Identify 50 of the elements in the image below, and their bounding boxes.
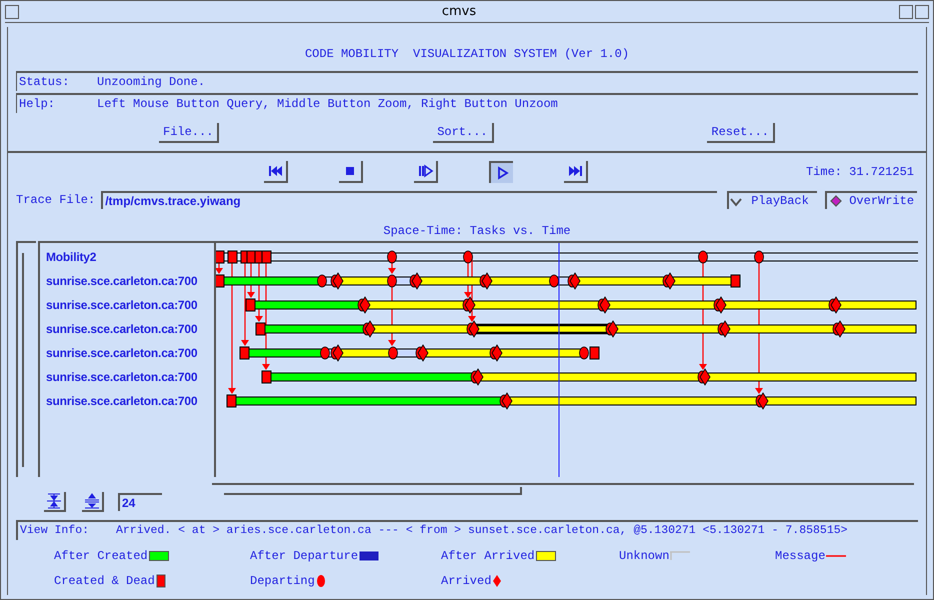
compress-icon xyxy=(46,493,62,509)
horizontal-scrollbar[interactable] xyxy=(212,483,914,497)
legend-label: After Created xyxy=(54,548,148,564)
status-text: Unzooming Done. xyxy=(97,74,206,91)
zoom-value-field[interactable]: 24 xyxy=(118,493,162,511)
zoom-out-button[interactable] xyxy=(82,492,104,512)
transport-button[interactable] xyxy=(339,161,363,183)
view-info-text: Arrived. < at > aries.sce.carleton.ca --- < from > sunset.sce.carleton.ca, @5.130271 <5.130271 - 7.858515> xyxy=(116,523,848,540)
legend-label: Departing xyxy=(250,572,315,590)
transport-button[interactable] xyxy=(489,161,513,183)
window-title: cmvs xyxy=(440,2,478,21)
menu-button[interactable]: File... xyxy=(159,123,220,143)
task-label: sunrise.sce.carleton.ca:700 xyxy=(46,321,198,338)
field-label: Help: xyxy=(19,96,56,113)
task-label: Mobility2 xyxy=(46,249,98,266)
time-readout: Time: 31.721251 xyxy=(806,164,914,181)
playback-toggle[interactable]: PlayBack xyxy=(727,191,818,209)
transport-button[interactable] xyxy=(564,161,588,183)
legend-label: After Departure xyxy=(250,548,358,564)
field-label: Status: xyxy=(19,74,70,91)
task-label: sunrise.sce.carleton.ca:700 xyxy=(46,273,198,290)
step-forward-icon xyxy=(416,162,434,180)
task-label: sunrise.sce.carleton.ca:700 xyxy=(46,393,198,410)
legend-label: After Arrived xyxy=(441,548,535,564)
window-menu-button[interactable] xyxy=(5,4,19,18)
app-heading: CODE MOBILITY VISUALIZAITON SYSTEM (Ver 1.0) xyxy=(304,46,630,61)
transport-button[interactable] xyxy=(264,161,288,183)
scrollbar-thumb[interactable] xyxy=(224,487,522,495)
legend-label: Created & Dead xyxy=(54,572,155,590)
field-label: View Info: xyxy=(20,523,90,540)
legend-label: Unknown xyxy=(619,548,670,564)
field-label: Trace File: xyxy=(16,192,96,209)
expand-icon xyxy=(84,493,100,509)
overwrite-toggle[interactable]: OverWrite xyxy=(825,191,918,209)
legend-label: Arrived xyxy=(441,572,492,590)
menu-button[interactable]: Sort... xyxy=(433,123,494,143)
help-text: Left Mouse Button Query, Middle Button Zoom, Right Button Unzoom xyxy=(97,96,558,113)
vertical-scrollbar[interactable] xyxy=(16,241,36,477)
task-label: sunrise.sce.carleton.ca:700 xyxy=(46,345,198,362)
task-label: sunrise.sce.carleton.ca:700 xyxy=(46,369,198,386)
minimize-button[interactable] xyxy=(899,4,913,18)
trace-file-field[interactable]: /tmp/cmvs.trace.yiwang xyxy=(101,191,718,209)
task-label: sunrise.sce.carleton.ca:700 xyxy=(46,297,198,314)
transport-button[interactable] xyxy=(414,161,438,183)
maximize-button[interactable] xyxy=(915,4,929,18)
legend-label: Message xyxy=(775,548,826,564)
zoom-in-button[interactable] xyxy=(44,492,66,512)
chart-title: Space-Time: Tasks vs. Time xyxy=(382,223,572,238)
menu-button[interactable]: Reset... xyxy=(707,123,775,143)
space-time-drawing[interactable] xyxy=(216,243,918,477)
